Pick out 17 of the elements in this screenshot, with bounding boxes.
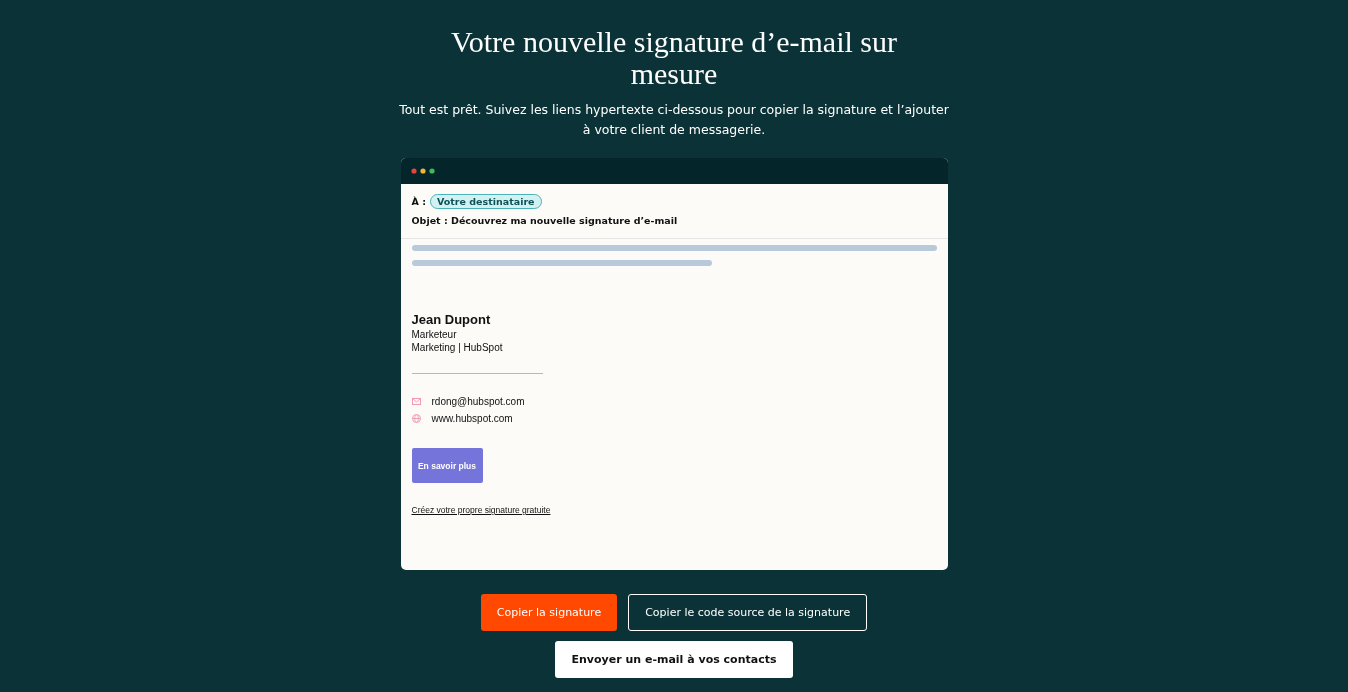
globe-icon	[411, 414, 421, 423]
signature-name: Jean Dupont	[411, 312, 491, 327]
recipient-chip: Votre destinataire	[429, 194, 542, 209]
intro-text: Tout est prêt. Suivez les liens hypertexte ci-dessous pour copier la signature et l’ajouter à votre client de messagerie.	[398, 101, 950, 139]
subject-line: Objet : Découvrez ma nouvelle signature d’e-mail	[411, 215, 679, 226]
to-label: À :	[411, 196, 426, 207]
signature-company: Marketing | HubSpot	[411, 342, 503, 353]
action-button[interactable]: Envoyer un e-mail à vos contacts	[555, 641, 793, 678]
envelope-icon	[411, 398, 421, 405]
learn-more-button[interactable]: En savoir plus	[411, 448, 483, 483]
action-button[interactable]: Copier le code source de la signature	[628, 594, 868, 631]
contact-text: www.hubspot.com	[431, 413, 513, 424]
contact-text: rdong@hubspot.com	[431, 396, 525, 407]
create-signature-link[interactable]: Créez votre propre signature gratuite	[411, 505, 551, 515]
window-dots-icon	[410, 168, 435, 174]
signature-title: Marketeur	[411, 329, 457, 340]
page-heading: Votre nouvelle signature d’e-mail sur mesure	[450, 26, 898, 90]
